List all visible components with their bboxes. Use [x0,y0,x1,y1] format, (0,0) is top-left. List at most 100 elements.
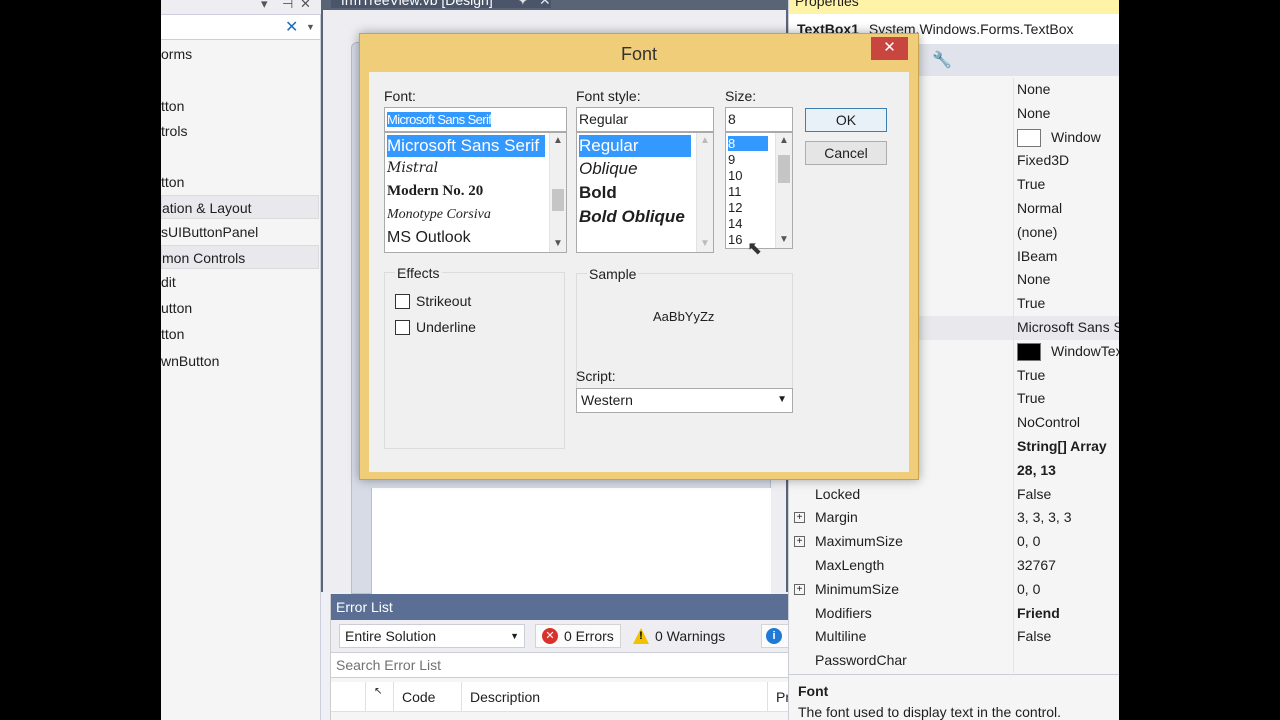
property-row[interactable]: Locked False [789,482,1119,507]
expand-icon[interactable]: + [794,536,805,548]
property-row[interactable]: MaxLength 32767 [789,554,1119,578]
toolbox-item[interactable]: dit [161,270,319,294]
property-value[interactable]: 0, 0 [1017,578,1119,602]
column-description[interactable]: Description [461,682,767,712]
close-icon[interactable]: ✕ [539,0,551,9]
property-value[interactable]: None [1017,78,1119,102]
underline-checkbox[interactable] [395,320,410,335]
toolbox-item[interactable]: sUIButtonPanel [161,220,319,244]
toolbox-group-header[interactable]: mon Controls [161,245,319,269]
list-item[interactable]: Regular [579,135,691,157]
errors-filter-button[interactable]: ✕ 0 Errors [535,624,621,648]
chevron-up-icon[interactable]: ▲ [776,133,792,149]
property-value[interactable]: False [1017,625,1119,649]
property-value[interactable]: WindowText [1017,340,1119,364]
font-style-list[interactable]: Regular Oblique Bold Bold Oblique ▲ ▼ [576,132,714,253]
property-value[interactable]: NoControl [1017,411,1119,435]
property-row[interactable]: Modifiers Friend [789,601,1119,626]
property-row[interactable]: + Margin 3, 3, 3, 3 [789,506,1119,531]
chevron-down-icon[interactable]: ▼ [776,232,792,248]
form-client-area[interactable] [371,488,771,594]
property-value[interactable]: 32767 [1017,554,1119,578]
property-value[interactable]: 28, 13 [1017,459,1119,483]
list-item[interactable]: 16 [728,232,742,247]
chevron-down-icon[interactable]: ▼ [550,236,566,252]
list-item[interactable]: Modern No. 20 [387,183,483,200]
search-options-icon[interactable]: ▼ [306,22,315,32]
cancel-button[interactable]: Cancel [805,141,887,165]
chevron-up-icon[interactable]: ▲ [550,133,566,149]
property-value[interactable]: Microsoft Sans Serif [1017,316,1119,340]
toolbox-item[interactable]: tton [161,322,319,346]
property-value[interactable]: False [1017,483,1119,507]
property-value[interactable]: None [1017,268,1119,292]
expand-icon[interactable]: + [794,512,805,524]
property-value[interactable]: True [1017,387,1119,411]
toolbox-item[interactable]: utton [161,296,319,320]
property-value[interactable]: Normal [1017,197,1119,221]
list-item[interactable]: 10 [728,168,742,183]
property-value[interactable]: True [1017,173,1119,197]
expand-icon[interactable]: + [794,583,805,595]
column-code[interactable]: Code [393,682,461,712]
clear-search-icon[interactable]: ✕ [285,17,298,37]
property-row[interactable]: + MinimumSize 0, 0 [789,577,1119,602]
size-list-scrollbar[interactable]: ▲ ▼ [775,133,792,248]
style-list-scrollbar[interactable]: ▲ ▼ [696,133,713,252]
list-item[interactable]: 9 [728,152,735,167]
list-item[interactable]: Bold Oblique [579,207,685,227]
list-item[interactable]: Microsoft Sans Serif [387,135,545,157]
warnings-filter-button[interactable]: ! 0 Warnings [626,624,732,648]
close-icon[interactable]: ✕ [300,0,311,12]
column-sort[interactable]: ↖ [365,682,393,712]
property-row[interactable]: Multiline False [789,625,1119,650]
scope-dropdown[interactable]: Entire Solution ▼ [339,624,525,648]
toolbox-item[interactable]: orms [161,42,319,66]
list-item[interactable]: Mistral [387,160,438,176]
property-value[interactable]: Friend [1017,602,1119,626]
strikeout-checkbox[interactable] [395,294,410,309]
size-list[interactable]: 8 9 10 11 12 14 16 ▲ ▼ [725,132,793,249]
error-list-search-input[interactable]: Search Error List [331,652,789,678]
font-name-list[interactable]: Microsoft Sans Serif Mistral Modern No. … [384,132,567,253]
size-input[interactable]: 8 [725,107,793,132]
list-item[interactable]: 14 [728,216,742,231]
property-value[interactable]: Fixed3D [1017,149,1119,173]
toolbox-group-header[interactable]: ation & Layout [161,195,319,219]
tab-designer[interactable]: frmTreeView.vb [Design] ✦ ✕ [331,0,551,8]
scroll-thumb[interactable] [552,189,564,211]
property-row[interactable]: PasswordChar [789,649,1119,673]
ok-button[interactable]: OK [805,108,887,132]
events-wrench-icon[interactable]: 🔧 [932,50,952,70]
property-value[interactable]: Window [1017,126,1119,150]
property-value[interactable]: IBeam [1017,245,1119,269]
toolbox-item[interactable]: wnButton [161,349,319,373]
list-item[interactable]: Monotype Corsiva [387,207,491,223]
script-dropdown[interactable]: Western ▼ [576,388,793,413]
property-row[interactable]: + MaximumSize 0, 0 [789,530,1119,554]
toolbox-search-input[interactable]: ✕ ▼ [161,14,321,40]
list-item[interactable]: MS Outlook [387,229,471,247]
property-value[interactable]: None [1017,102,1119,126]
chevron-down-icon[interactable]: ▼ [697,236,713,252]
toolbox-item[interactable]: trols [161,119,319,143]
list-item[interactable]: Bold [579,183,617,203]
property-value[interactable]: True [1017,292,1119,316]
list-item[interactable]: 8 [728,136,768,151]
pin-icon[interactable]: ✦ [517,0,529,9]
toolbox-item[interactable]: tton [161,94,319,118]
property-value[interactable]: True [1017,364,1119,388]
messages-filter-button[interactable]: i [761,624,789,648]
property-value[interactable]: 3, 3, 3, 3 [1017,506,1119,530]
property-value[interactable]: String[] Array [1017,435,1119,459]
auto-hide-icon[interactable]: ⊣ [282,0,293,12]
close-button[interactable]: ✕ [871,37,908,60]
font-style-input[interactable]: Regular [576,107,714,132]
column-category[interactable] [331,682,365,712]
list-item[interactable]: 11 [728,184,742,199]
list-item[interactable]: Oblique [579,159,638,179]
font-name-input[interactable]: Microsoft Sans Serif [384,107,567,132]
font-list-scrollbar[interactable]: ▲ ▼ [549,133,566,252]
chevron-up-icon[interactable]: ▲ [697,133,713,149]
property-value[interactable]: 0, 0 [1017,530,1119,554]
